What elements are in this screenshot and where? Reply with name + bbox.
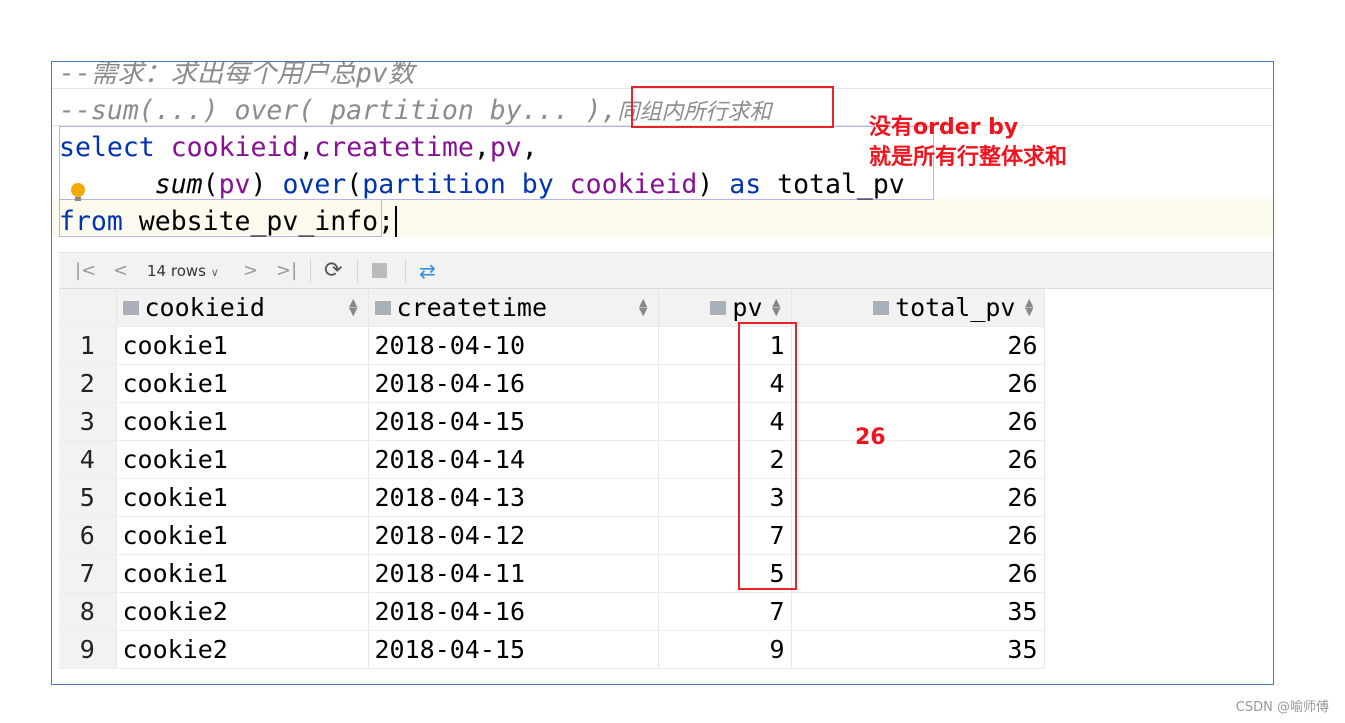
column-header-cookieid[interactable]: cookieid ▲ ▼ bbox=[116, 289, 369, 327]
compare-icon[interactable]: ⇄ bbox=[419, 253, 436, 289]
rows-count-dropdown[interactable]: 14 rows ∨ bbox=[147, 253, 219, 289]
annotation-sum: 26 bbox=[855, 425, 886, 450]
table-row[interactable]: 7 cookie1 2018-04-11 5 26 bbox=[59, 554, 1045, 593]
cell-cookieid[interactable]: cookie1 bbox=[116, 440, 369, 479]
cell-createtime[interactable]: 2018-04-14 bbox=[368, 440, 659, 479]
cell-cookieid[interactable]: cookie1 bbox=[116, 402, 369, 441]
highlight-box bbox=[631, 86, 834, 128]
row-number[interactable]: 5 bbox=[59, 478, 117, 517]
last-page-icon[interactable]: >| bbox=[276, 253, 297, 289]
cell-createtime[interactable]: 2018-04-13 bbox=[368, 478, 659, 517]
table-row[interactable]: 5 cookie1 2018-04-13 3 26 bbox=[59, 478, 1045, 517]
cell-cookieid[interactable]: cookie1 bbox=[116, 554, 369, 593]
code-line-sum[interactable]: sum(pv) over(partition by cookieid) as t… bbox=[59, 166, 905, 203]
row-number[interactable]: 6 bbox=[59, 516, 117, 555]
sort-icon[interactable]: ▲ ▼ bbox=[772, 297, 780, 317]
cell-createtime[interactable]: 2018-04-12 bbox=[368, 516, 659, 555]
first-page-icon[interactable]: |< bbox=[75, 253, 96, 289]
stop-icon[interactable] bbox=[372, 253, 387, 289]
cell-pv[interactable]: 7 bbox=[658, 592, 792, 631]
row-number[interactable]: 4 bbox=[59, 440, 117, 479]
row-number[interactable]: 3 bbox=[59, 402, 117, 441]
row-number-header bbox=[59, 289, 117, 327]
previous-page-icon[interactable]: < bbox=[113, 253, 128, 289]
divider bbox=[310, 259, 311, 283]
table-row[interactable]: 1 cookie1 2018-04-10 1 26 bbox=[59, 326, 1045, 365]
table-row[interactable]: 8 cookie2 2018-04-16 7 35 bbox=[59, 592, 1045, 631]
cell-createtime[interactable]: 2018-04-15 bbox=[368, 630, 659, 669]
cell-total-pv[interactable]: 26 bbox=[791, 326, 1045, 365]
cell-total-pv[interactable]: 26 bbox=[791, 554, 1045, 593]
table-row[interactable]: 6 cookie1 2018-04-12 7 26 bbox=[59, 516, 1045, 555]
column-header-pv[interactable]: pv ▲ ▼ bbox=[658, 289, 792, 327]
cell-createtime[interactable]: 2018-04-16 bbox=[368, 364, 659, 403]
column-icon bbox=[122, 300, 139, 315]
cell-createtime[interactable]: 2018-04-11 bbox=[368, 554, 659, 593]
cell-cookieid[interactable]: cookie2 bbox=[116, 592, 369, 631]
result-table: cookieid ▲ ▼ createtime ▲ ▼ pv ▲ ▼ total_pv ▲ ▼ … bbox=[59, 289, 1045, 669]
sort-icon[interactable]: ▲ ▼ bbox=[1025, 297, 1033, 317]
watermark: CSDN @喻师傅 bbox=[1235, 700, 1329, 715]
cell-cookieid[interactable]: cookie1 bbox=[116, 516, 369, 555]
cell-createtime[interactable]: 2018-04-15 bbox=[368, 402, 659, 441]
sql-comment: --需求：求出每个用户总pv数 bbox=[59, 61, 415, 89]
cell-cookieid[interactable]: cookie2 bbox=[116, 630, 369, 669]
row-number[interactable]: 7 bbox=[59, 554, 117, 593]
code-line-from[interactable]: from website_pv_info; bbox=[59, 203, 398, 240]
chevron-down-icon: ∨ bbox=[210, 266, 219, 279]
divider bbox=[405, 259, 406, 283]
sort-icon[interactable]: ▲ ▼ bbox=[639, 297, 647, 317]
table-row[interactable]: 4 cookie1 2018-04-14 2 26 bbox=[59, 440, 1045, 479]
column-header-createtime[interactable]: createtime ▲ ▼ bbox=[368, 289, 659, 327]
table-row[interactable]: 3 cookie1 2018-04-15 4 26 bbox=[59, 402, 1045, 441]
column-icon bbox=[710, 300, 727, 315]
ide-window: --需求：求出每个用户总pv数 --sum(...) over( partiti… bbox=[51, 61, 1274, 685]
sort-icon[interactable]: ▲ ▼ bbox=[349, 297, 357, 317]
column-icon bbox=[873, 300, 890, 315]
cell-total-pv[interactable]: 26 bbox=[791, 440, 1045, 479]
result-toolbar: |< < 14 rows ∨ > >| ⟳ ⇄ bbox=[59, 252, 1273, 289]
highlight-box-pv bbox=[738, 322, 797, 590]
refresh-icon[interactable]: ⟳ bbox=[324, 253, 342, 289]
cell-cookieid[interactable]: cookie1 bbox=[116, 478, 369, 517]
cell-cookieid[interactable]: cookie1 bbox=[116, 326, 369, 365]
annotation-note: 没有order by 就是所有行整体求和 bbox=[869, 115, 1068, 170]
table-row[interactable]: 9 cookie2 2018-04-15 9 35 bbox=[59, 630, 1045, 669]
cell-total-pv[interactable]: 26 bbox=[791, 478, 1045, 517]
cell-cookieid[interactable]: cookie1 bbox=[116, 364, 369, 403]
cell-pv[interactable]: 9 bbox=[658, 630, 792, 669]
next-page-icon[interactable]: > bbox=[243, 253, 258, 289]
table-row[interactable]: 2 cookie1 2018-04-16 4 26 bbox=[59, 364, 1045, 403]
cell-createtime[interactable]: 2018-04-16 bbox=[368, 592, 659, 631]
divider bbox=[357, 259, 358, 283]
column-header-total-pv[interactable]: total_pv ▲ ▼ bbox=[791, 289, 1045, 327]
row-number[interactable]: 1 bbox=[59, 326, 117, 365]
column-icon bbox=[374, 300, 391, 315]
row-number[interactable]: 2 bbox=[59, 364, 117, 403]
cell-total-pv[interactable]: 35 bbox=[791, 592, 1045, 631]
cell-total-pv[interactable]: 35 bbox=[791, 630, 1045, 669]
row-number[interactable]: 9 bbox=[59, 630, 117, 669]
code-line-select[interactable]: select cookieid,createtime,pv, bbox=[59, 129, 538, 166]
cell-total-pv[interactable]: 26 bbox=[791, 402, 1045, 441]
cell-total-pv[interactable]: 26 bbox=[791, 516, 1045, 555]
row-number[interactable]: 8 bbox=[59, 592, 117, 631]
cell-createtime[interactable]: 2018-04-10 bbox=[368, 326, 659, 365]
cell-total-pv[interactable]: 26 bbox=[791, 364, 1045, 403]
lightbulb-icon[interactable] bbox=[71, 183, 85, 201]
